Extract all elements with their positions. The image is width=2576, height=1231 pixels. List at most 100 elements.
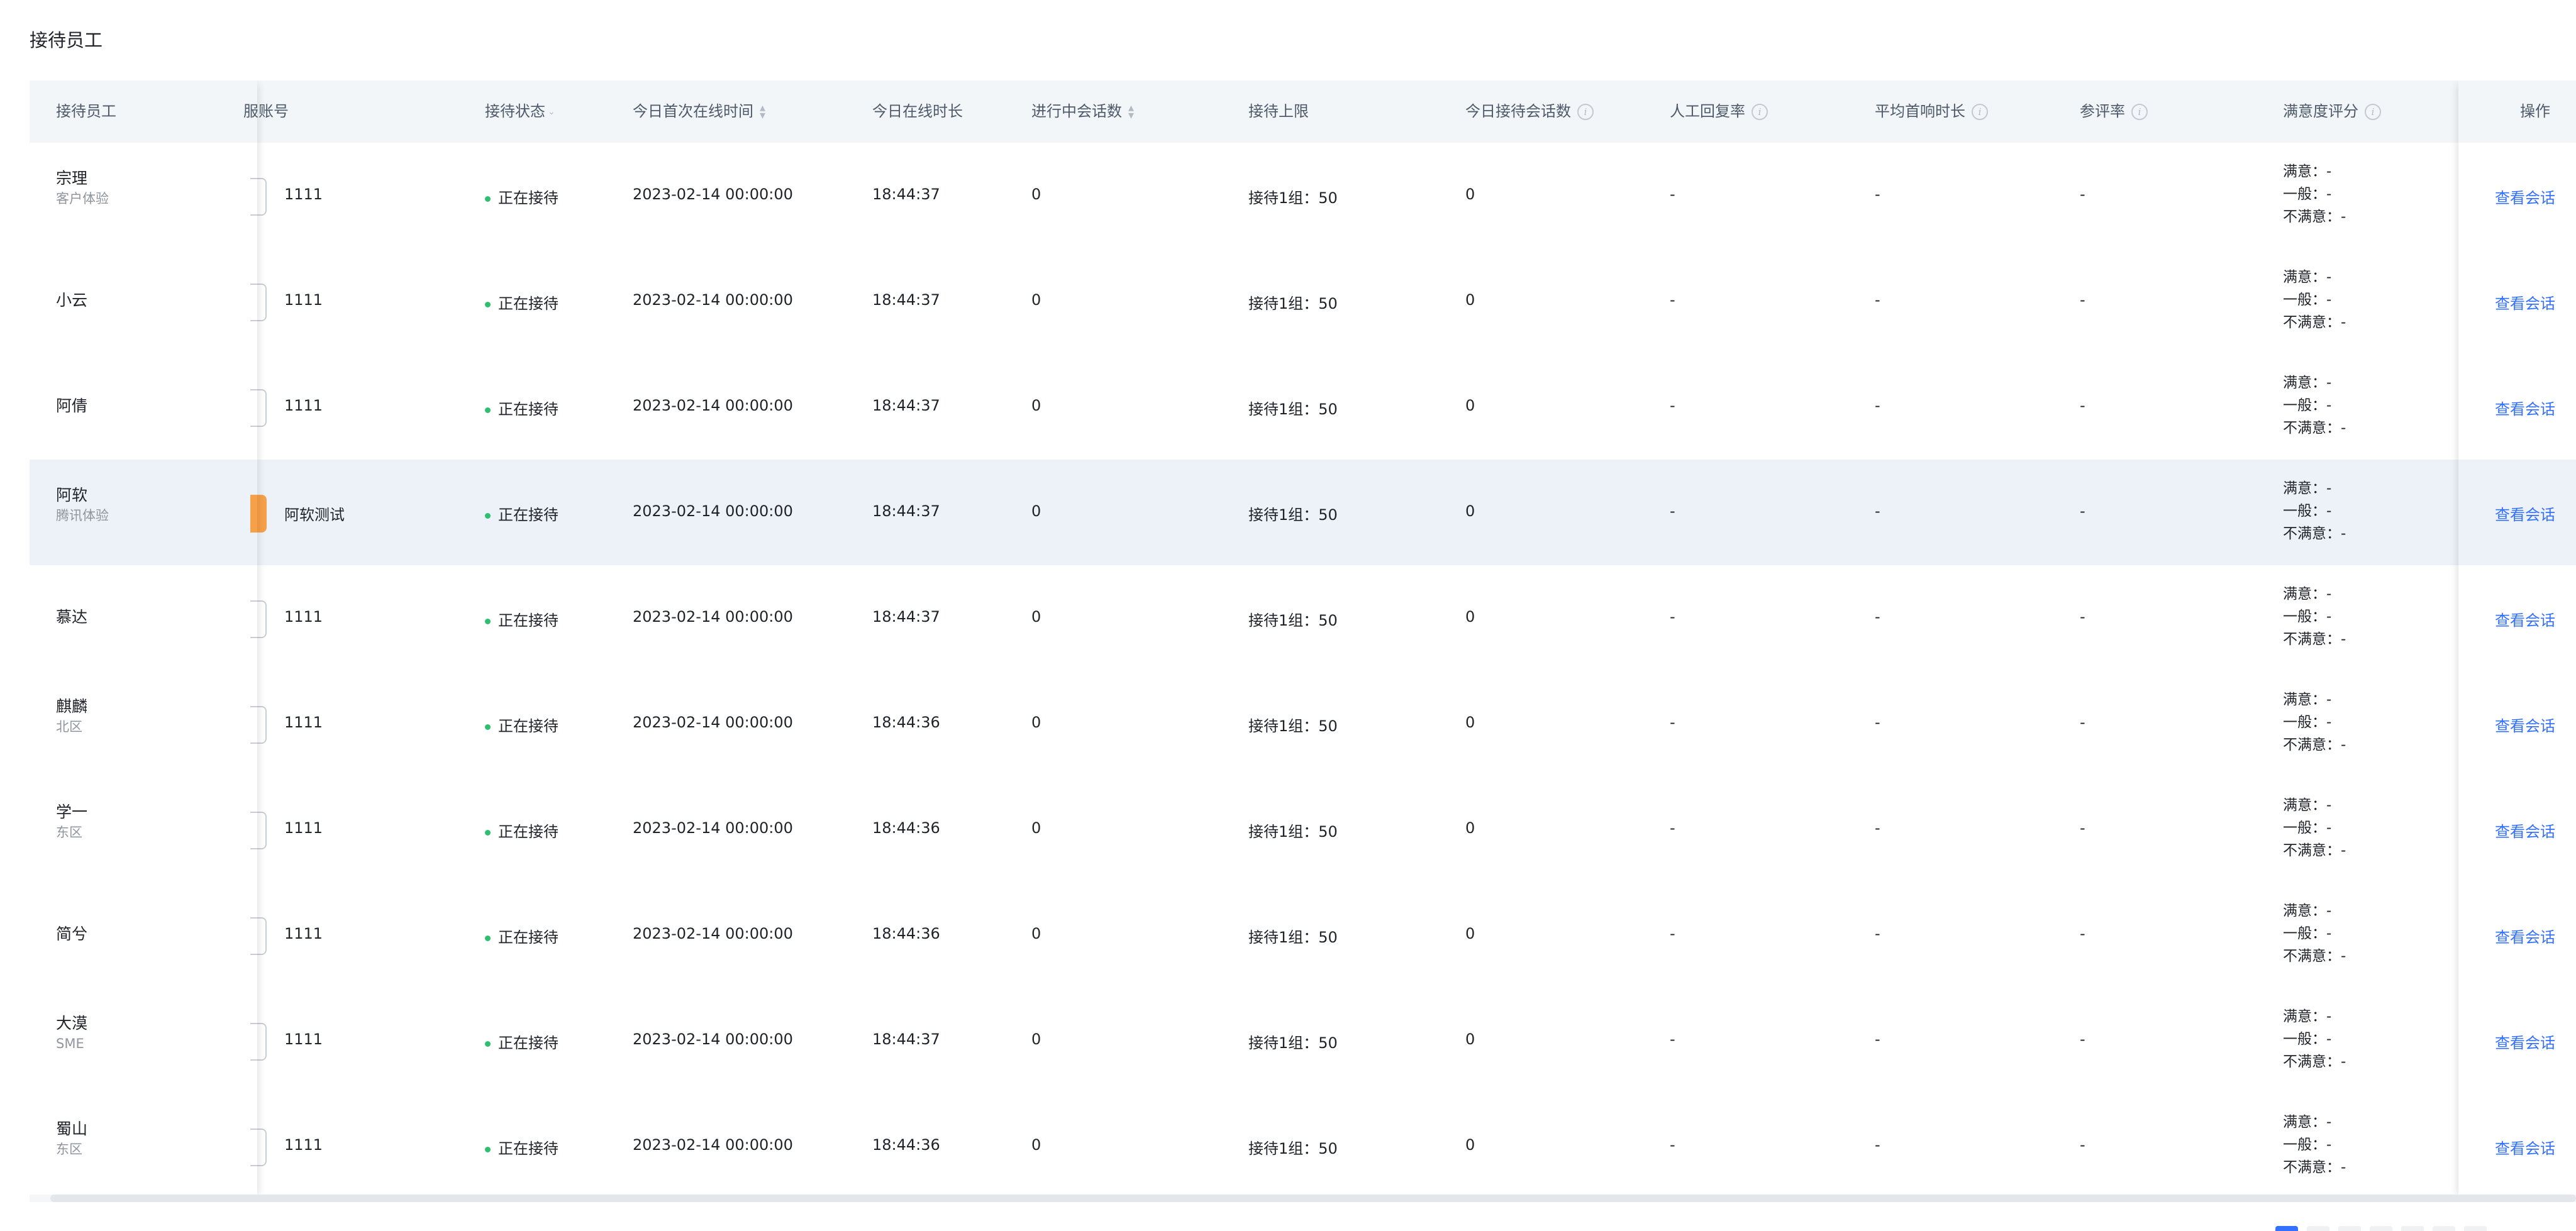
pagination-item[interactable]	[2370, 1226, 2392, 1231]
table-row[interactable]: 麒麟 北区 1111 正在接待 2023-02-14 00:00:00 18:44:36 0…	[30, 671, 2576, 778]
view-session-link[interactable]: 查看会话	[2495, 608, 2555, 630]
col-satisfaction-label: 满意度评分	[2283, 102, 2358, 120]
avg-response-cell: -	[1875, 397, 1880, 414]
pagination-item[interactable]	[2464, 1226, 2487, 1231]
staff-cell: 简兮	[56, 924, 87, 945]
info-icon[interactable]: i	[2131, 104, 2148, 120]
satisfaction-normal: 一般：-	[2283, 397, 2332, 414]
table-row[interactable]: 蜀山 东区 1111 正在接待 2023-02-14 00:00:00 18:44:36 0…	[30, 1093, 2576, 1200]
first-online-cell: 2023-02-14 00:00:00	[633, 925, 793, 942]
status-text: 正在接待	[498, 717, 558, 735]
sort-icon[interactable]: ▴ ▾	[1128, 102, 1134, 121]
view-session-link[interactable]: 查看会话	[2495, 185, 2555, 207]
account-cell: 1111	[284, 291, 323, 309]
staff-dept: 东区	[56, 1142, 82, 1157]
status-dot-icon	[485, 301, 491, 307]
col-ongoing-label: 进行中会话数	[1031, 102, 1122, 120]
table-row[interactable]: 阿软 腾讯体验 阿软测试 正在接待 2023-02-14 00:00:00 18:44:3…	[30, 460, 2576, 566]
avg-response-cell: -	[1875, 925, 1880, 942]
info-icon[interactable]: i	[1752, 104, 1768, 120]
table-row[interactable]: 小云 1111 正在接待 2023-02-14 00:00:00 18:44:37 0 接待…	[30, 248, 2576, 355]
pagination-current[interactable]	[2275, 1226, 2298, 1231]
staff-table: 接待员工 服账号 接待状态 ⌄ 今日首次在线时间 ▴ ▾ 今日在线时长 进行中会话数 ▴…	[30, 80, 2576, 1200]
reply-rate-cell: -	[1670, 819, 1675, 837]
view-session-link[interactable]: 查看会话	[2495, 291, 2555, 313]
col-review-rate-label: 参评率	[2080, 102, 2125, 120]
col-review-rate: 参评率 i	[2080, 80, 2148, 143]
col-ongoing[interactable]: 进行中会话数 ▴ ▾	[1031, 80, 1134, 143]
satisfaction-normal: 一般：-	[2283, 503, 2332, 519]
staff-dept: 北区	[56, 719, 82, 734]
staff-name: 阿软	[56, 486, 88, 504]
satisfaction-cell: 满意：- 一般：- 不满意：-	[2283, 160, 2346, 228]
first-online-cell: 2023-02-14 00:00:00	[633, 608, 793, 626]
satisfaction-bad: 不满意：-	[2283, 948, 2346, 964]
col-status[interactable]: 接待状态 ⌄	[485, 80, 555, 143]
today-sessions-cell: 0	[1465, 291, 1475, 309]
reply-rate-cell: -	[1670, 608, 1675, 626]
pagination-item[interactable]	[2307, 1226, 2329, 1231]
table-row[interactable]: 大漠 SME 1111 正在接待 2023-02-14 00:00:00 18:44:37…	[30, 988, 2576, 1095]
col-reply-rate: 人工回复率 i	[1670, 80, 1768, 143]
staff-name: 简兮	[56, 925, 88, 943]
sort-icon[interactable]: ▴ ▾	[760, 102, 765, 121]
review-rate-cell: -	[2080, 397, 2085, 414]
ongoing-cell: 0	[1031, 1136, 1041, 1154]
review-rate-cell: -	[2080, 1030, 2085, 1048]
satisfaction-normal: 一般：-	[2283, 714, 2332, 731]
satisfaction-bad: 不满意：-	[2283, 631, 2346, 648]
status-cell: 正在接待	[485, 397, 558, 419]
satisfaction-bad: 不满意：-	[2283, 526, 2346, 542]
limit-cell: 接待1组：50	[1248, 400, 1338, 418]
info-icon[interactable]: i	[1577, 104, 1594, 120]
table-row[interactable]: 简兮 1111 正在接待 2023-02-14 00:00:00 18:44:36 0 接待…	[30, 882, 2576, 989]
col-reply-rate-label: 人工回复率	[1670, 102, 1745, 120]
view-session-link[interactable]: 查看会话	[2495, 1136, 2555, 1158]
satisfaction-good: 满意：-	[2283, 163, 2332, 180]
view-session-link[interactable]: 查看会话	[2495, 714, 2555, 736]
satisfaction-good: 满意：-	[2283, 1114, 2332, 1130]
col-first-online[interactable]: 今日首次在线时间 ▴ ▾	[633, 80, 765, 143]
pagination-item[interactable]	[2338, 1226, 2361, 1231]
info-icon[interactable]: i	[1972, 104, 1988, 120]
status-cell: 正在接待	[485, 608, 558, 630]
avg-response-cell: -	[1875, 608, 1880, 626]
view-session-link[interactable]: 查看会话	[2495, 925, 2555, 947]
first-online-cell: 2023-02-14 00:00:00	[633, 502, 793, 520]
staff-cell: 麒麟 北区	[56, 696, 87, 736]
col-online-duration-label: 今日在线时长	[872, 102, 963, 120]
view-session-link[interactable]: 查看会话	[2495, 397, 2555, 419]
col-first-online-label: 今日首次在线时间	[633, 102, 753, 120]
view-session-link[interactable]: 查看会话	[2495, 1030, 2555, 1052]
staff-dept: 腾讯体验	[56, 508, 109, 523]
horizontal-scrollbar-thumb[interactable]	[50, 1195, 2576, 1202]
col-satisfaction: 满意度评分 i	[2283, 80, 2381, 143]
today-sessions-cell: 0	[1465, 608, 1475, 626]
satisfaction-normal: 一般：-	[2283, 925, 2332, 942]
status-dot-icon	[485, 724, 491, 730]
info-icon[interactable]: i	[2365, 104, 2381, 120]
review-rate-cell: -	[2080, 819, 2085, 837]
view-session-link[interactable]: 查看会话	[2495, 502, 2555, 524]
satisfaction-normal: 一般：-	[2283, 292, 2332, 308]
table-row[interactable]: 学一 东区 1111 正在接待 2023-02-14 00:00:00 18:44:36 0…	[30, 776, 2576, 883]
account-avatar	[250, 495, 267, 533]
satisfaction-good: 满意：-	[2283, 586, 2332, 602]
table-row[interactable]: 宗理 客户体验 1111 正在接待 2023-02-14 00:00:00 18:44:3…	[30, 143, 2576, 250]
ongoing-cell: 0	[1031, 714, 1041, 731]
staff-name: 麒麟	[56, 697, 88, 715]
account-cell: 1111	[284, 925, 323, 942]
reply-rate-cell: -	[1670, 714, 1675, 731]
pagination-item[interactable]	[2433, 1226, 2455, 1231]
table-row[interactable]: 阿倩 1111 正在接待 2023-02-14 00:00:00 18:44:37 0 接待…	[30, 354, 2576, 461]
view-session-link[interactable]: 查看会话	[2495, 819, 2555, 841]
review-rate-cell: -	[2080, 185, 2085, 203]
account-cell: 阿软测试	[284, 506, 345, 524]
account-avatar	[250, 178, 267, 216]
pagination-item[interactable]	[2401, 1226, 2424, 1231]
chevron-down-icon[interactable]: ⌄	[548, 81, 555, 143]
table-row[interactable]: 慕达 1111 正在接待 2023-02-14 00:00:00 18:44:37 0 接待…	[30, 565, 2576, 672]
reply-rate-cell: -	[1670, 1030, 1675, 1048]
account-cell: 1111	[284, 819, 323, 837]
account-avatar	[250, 812, 267, 849]
